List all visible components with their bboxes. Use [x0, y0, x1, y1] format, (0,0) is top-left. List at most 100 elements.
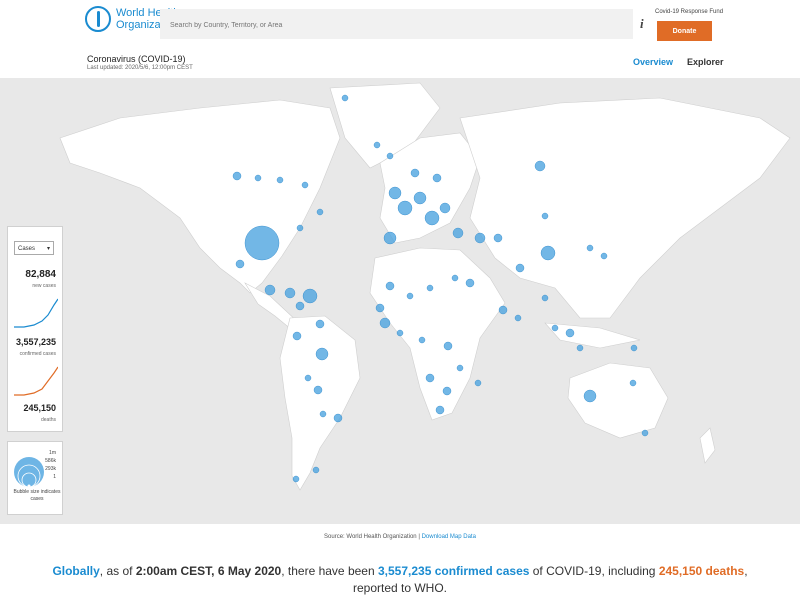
bubble [541, 212, 549, 220]
deaths-trend-line [14, 366, 58, 396]
bubble [373, 141, 381, 149]
legend-value-586k: 586k [45, 458, 56, 464]
header: World Health Organization Covid-19 Respo… [0, 0, 800, 48]
bubble [498, 305, 508, 315]
summary-line2: reported to WHO. [352, 581, 448, 595]
stats-panel: Cases 82,884 new cases 3,557,235 confirm… [7, 226, 63, 432]
deaths-label: deaths [40, 417, 56, 423]
new-cases-value: 82,884 [25, 269, 56, 280]
bubble [474, 379, 482, 387]
africa-land [369, 247, 506, 421]
bubble [296, 224, 304, 232]
bubble [313, 385, 323, 395]
bubble [474, 232, 486, 244]
source-line: Source: World Health Organization | Down… [0, 534, 800, 540]
dashboard-subheader: Coronavirus (COVID-19) Last updated: 202… [87, 54, 193, 71]
bubble [583, 389, 597, 403]
bubble [641, 429, 649, 437]
indonesia-land [544, 322, 641, 349]
page-title: Coronavirus (COVID-19) [87, 54, 186, 64]
bubble [629, 379, 637, 387]
bubble [442, 386, 452, 396]
bubble [388, 186, 402, 200]
bubble [426, 284, 434, 292]
tab-explorer[interactable]: Explorer [687, 57, 724, 67]
summary-time: 2:00am CEST, 6 May 2020 [135, 564, 282, 578]
legend-text: Bubble size indicates cases [13, 489, 61, 502]
bubble [292, 331, 302, 341]
bubble [341, 94, 349, 102]
source-separator: | [418, 534, 420, 540]
bubble [456, 364, 464, 372]
legend-value-1: 1 [53, 474, 56, 480]
summary-deaths: 245,150 deaths [658, 564, 745, 578]
bubble [235, 259, 245, 269]
last-updated: Last updated: 2020/5/6, 12:00pm CEST [87, 65, 193, 71]
bubble [410, 168, 420, 178]
new-zealand-land [699, 427, 716, 464]
confirmed-trend-line [14, 298, 58, 328]
bubble [413, 191, 427, 205]
global-summary: Globally, as of 2:00am CEST, 6 May 2020,… [0, 563, 800, 597]
bubble [551, 324, 559, 332]
bubble [514, 314, 522, 322]
bubble [396, 329, 404, 337]
bubble [312, 466, 320, 474]
bubble [576, 344, 584, 352]
bubble [565, 328, 575, 338]
view-tabs: Overview Explorer [633, 57, 724, 67]
bubble [418, 336, 426, 344]
bubble [493, 233, 503, 243]
bubble [630, 344, 638, 352]
south-america-land [279, 315, 361, 491]
bubble [232, 171, 242, 181]
deaths-value: 245,150 [23, 403, 56, 413]
bubble [443, 341, 453, 351]
bubble [375, 303, 385, 313]
donate-button[interactable]: Donate [657, 21, 712, 41]
summary-confirmed: 3,557,235 confirmed cases [377, 564, 530, 578]
bubble-legend: 1m 586k 293k 1 Bubble size indicates cas… [7, 441, 63, 515]
bubble [600, 252, 608, 260]
bubble-usa [244, 225, 280, 261]
bubble [397, 200, 413, 216]
info-icon[interactable]: i [640, 16, 644, 32]
bubble [315, 319, 325, 329]
bubble [435, 405, 445, 415]
bubble [541, 294, 549, 302]
confirmed-label: confirmed cases [19, 351, 56, 357]
fund-label: Covid-19 Response Fund [655, 9, 724, 15]
bubble [465, 278, 475, 288]
bubble [540, 245, 556, 261]
bubble [276, 176, 284, 184]
bubble [284, 287, 296, 299]
summary-mid: , there have been [281, 564, 378, 578]
legend-value-293k: 293k [45, 466, 56, 472]
map-svg [59, 82, 791, 491]
who-emblem-icon [85, 6, 111, 32]
bubble [316, 208, 324, 216]
tab-overview[interactable]: Overview [633, 57, 673, 67]
summary-line1: Globally, as of 2:00am CEST, 6 May 2020,… [0, 563, 800, 580]
download-map-data-link[interactable]: Download Map Data [422, 534, 476, 540]
bubble [586, 244, 594, 252]
bubble [406, 292, 414, 300]
world-map[interactable] [0, 78, 800, 524]
deaths-trend-chart [14, 366, 58, 396]
bubble [534, 160, 546, 172]
source-text: Source: World Health Organization [324, 534, 417, 540]
bubble [379, 317, 391, 329]
search-input[interactable] [168, 9, 629, 41]
summary-as-of: , as of [99, 564, 136, 578]
asia-land [459, 97, 791, 319]
bubble [432, 173, 442, 183]
bubble [425, 373, 435, 383]
search-box[interactable] [160, 9, 633, 41]
bubble [301, 181, 309, 189]
metric-select[interactable]: Cases [14, 241, 54, 256]
summary-end: , [744, 564, 748, 578]
bubble [254, 174, 262, 182]
bubble [515, 263, 525, 273]
summary-globally: Globally [52, 564, 100, 578]
bubble [315, 347, 329, 361]
